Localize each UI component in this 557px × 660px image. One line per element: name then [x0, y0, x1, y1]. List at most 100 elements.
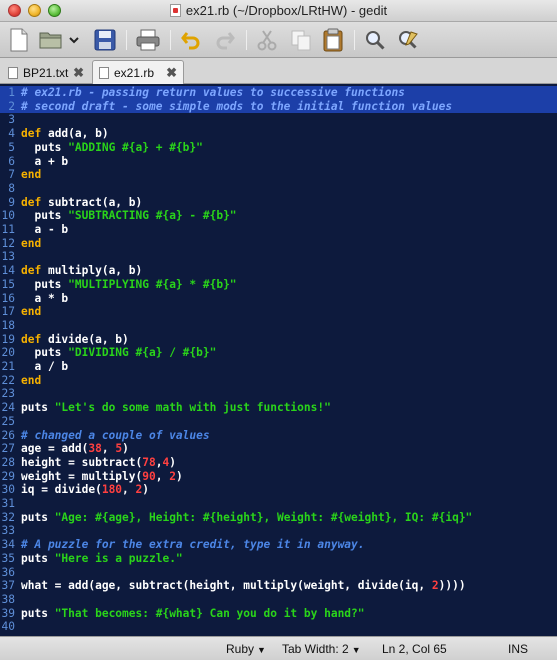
save-icon — [94, 29, 116, 51]
code-line[interactable]: 28 height = subtract(78,4) — [0, 456, 557, 470]
code-text[interactable]: # ex21.rb - passing return values to suc… — [21, 86, 405, 100]
cursor-position: Ln 2, Col 65 — [382, 642, 447, 656]
close-tab-icon[interactable]: ✖ — [73, 65, 84, 81]
code-line[interactable]: 38 — [0, 593, 557, 607]
copy-button[interactable] — [288, 27, 314, 53]
redo-button[interactable] — [212, 27, 238, 53]
code-text[interactable]: puts "Age: #{age}, Height: #{height}, We… — [21, 511, 472, 525]
code-line[interactable]: 11 a - b — [0, 223, 557, 237]
code-line[interactable]: 17 end — [0, 305, 557, 319]
undo-button[interactable] — [178, 27, 204, 53]
code-line[interactable]: 23 — [0, 387, 557, 401]
code-text[interactable]: a / b — [21, 360, 68, 374]
tab-width-label: Tab Width: 2 — [282, 642, 349, 656]
code-text[interactable]: puts "Here is a puzzle." — [21, 552, 183, 566]
line-number: 9 — [8, 195, 15, 209]
code-line[interactable]: 25 — [0, 415, 557, 429]
find-button[interactable] — [362, 27, 388, 53]
line-number: 12 — [1, 236, 15, 250]
code-text[interactable]: puts "SUBTRACTING #{a} - #{b}" — [21, 209, 236, 223]
code-line[interactable]: 24 puts "Let's do some math with just fun… — [0, 401, 557, 415]
code-line[interactable]: 1 # ex21.rb - passing return values to su… — [0, 86, 557, 100]
code-line[interactable]: 8 — [0, 182, 557, 196]
code-line[interactable]: 7 end — [0, 168, 557, 182]
find-replace-button[interactable] — [396, 27, 422, 53]
code-line[interactable]: 15 puts "MULTIPLYING #{a} * #{b}" — [0, 278, 557, 292]
close-tab-icon[interactable]: ✖ — [166, 65, 177, 81]
code-line[interactable]: 31 — [0, 497, 557, 511]
code-text[interactable]: iq = divide(180, 2) — [21, 483, 149, 497]
code-text[interactable]: puts "That becomes: #{what} Can you do i… — [21, 607, 365, 621]
code-text[interactable]: def divide(a, b) — [21, 333, 129, 347]
code-line[interactable]: 10 puts "SUBTRACTING #{a} - #{b}" — [0, 209, 557, 223]
code-line[interactable]: 9 def subtract(a, b) — [0, 196, 557, 210]
code-text[interactable]: puts "Let's do some math with just funct… — [21, 401, 331, 415]
code-line[interactable]: 32 puts "Age: #{age}, Height: #{height}, … — [0, 511, 557, 525]
code-line[interactable]: 34 # A puzzle for the extra credit, type … — [0, 538, 557, 552]
code-line[interactable]: 3 — [0, 113, 557, 127]
open-button[interactable] — [38, 27, 64, 53]
code-editor[interactable]: 1 # ex21.rb - passing return values to su… — [0, 84, 557, 636]
code-text[interactable]: end — [21, 374, 41, 388]
code-text[interactable]: end — [21, 305, 41, 319]
code-text[interactable]: # changed a couple of values — [21, 429, 210, 443]
code-text[interactable]: height = subtract(78,4) — [21, 456, 176, 470]
chevron-down-icon: ▼ — [351, 645, 361, 655]
line-number: 37 — [1, 579, 15, 593]
code-text[interactable]: puts "MULTIPLYING #{a} * #{b}" — [21, 278, 236, 292]
code-line[interactable]: 37 what = add(age, subtract(height, multi… — [0, 579, 557, 593]
new-document-button[interactable] — [6, 27, 32, 53]
code-line[interactable]: 18 — [0, 319, 557, 333]
code-line[interactable]: 39 puts "That becomes: #{what} Can you do… — [0, 607, 557, 621]
save-button[interactable] — [92, 27, 118, 53]
code-line[interactable]: 30 iq = divide(180, 2) — [0, 483, 557, 497]
cut-button[interactable] — [254, 27, 280, 53]
code-text[interactable]: # second draft - some simple mods to the… — [21, 100, 452, 114]
code-text[interactable]: puts "DIVIDING #{a} / #{b}" — [21, 346, 216, 360]
code-text[interactable]: a + b — [21, 155, 68, 169]
code-text[interactable]: a - b — [21, 223, 68, 237]
code-line[interactable]: 6 a + b — [0, 155, 557, 169]
code-line[interactable]: 14 def multiply(a, b) — [0, 264, 557, 278]
code-line[interactable]: 13 — [0, 250, 557, 264]
tab-bp21[interactable]: BP21.txt ✖ — [2, 61, 90, 84]
code-text[interactable]: weight = multiply(90, 2) — [21, 470, 183, 484]
code-text[interactable]: puts "ADDING #{a} + #{b}" — [21, 141, 202, 155]
code-line[interactable]: 40 — [0, 620, 557, 634]
code-text[interactable]: a * b — [21, 292, 68, 306]
open-recent-dropdown[interactable] — [66, 27, 82, 53]
code-line[interactable]: 29 weight = multiply(90, 2) — [0, 470, 557, 484]
code-line[interactable]: 33 — [0, 524, 557, 538]
code-line[interactable]: 35 puts "Here is a puzzle." — [0, 552, 557, 566]
code-line[interactable]: 21 a / b — [0, 360, 557, 374]
code-line[interactable]: 12 end — [0, 237, 557, 251]
code-line[interactable]: 19 def divide(a, b) — [0, 333, 557, 347]
print-button[interactable] — [134, 27, 162, 53]
code-line[interactable]: 27 age = add(38, 5) — [0, 442, 557, 456]
code-text[interactable]: def multiply(a, b) — [21, 264, 142, 278]
code-text[interactable]: def add(a, b) — [21, 127, 109, 141]
line-number: 34 — [1, 538, 15, 552]
code-text[interactable]: # A puzzle for the extra credit, type it… — [21, 538, 365, 552]
code-text[interactable]: end — [21, 168, 41, 182]
code-line[interactable]: 4 def add(a, b) — [0, 127, 557, 141]
line-number: 28 — [1, 455, 15, 469]
tab-width-selector[interactable]: Tab Width: 2 ▼ — [282, 642, 361, 656]
code-text[interactable]: def subtract(a, b) — [21, 196, 142, 210]
code-line[interactable]: 22 end — [0, 374, 557, 388]
code-text[interactable]: end — [21, 237, 41, 251]
code-text[interactable]: age = add(38, 5) — [21, 442, 129, 456]
code-line[interactable]: 36 — [0, 566, 557, 580]
line-number: 14 — [1, 264, 15, 278]
code-line[interactable]: 2 # second draft - some simple mods to th… — [0, 99, 557, 114]
code-line[interactable]: 20 puts "DIVIDING #{a} / #{b}" — [0, 346, 557, 360]
tab-ex21[interactable]: ex21.rb ✖ — [92, 60, 184, 85]
clipboard-icon — [323, 28, 343, 52]
code-line[interactable]: 26 # changed a couple of values — [0, 429, 557, 443]
paste-button[interactable] — [320, 27, 346, 53]
code-line[interactable]: 16 a * b — [0, 292, 557, 306]
line-number: 7 — [8, 168, 15, 182]
code-text[interactable]: what = add(age, subtract(height, multipl… — [21, 579, 466, 593]
code-line[interactable]: 5 puts "ADDING #{a} + #{b}" — [0, 141, 557, 155]
language-selector[interactable]: Ruby ▼ — [226, 642, 266, 656]
